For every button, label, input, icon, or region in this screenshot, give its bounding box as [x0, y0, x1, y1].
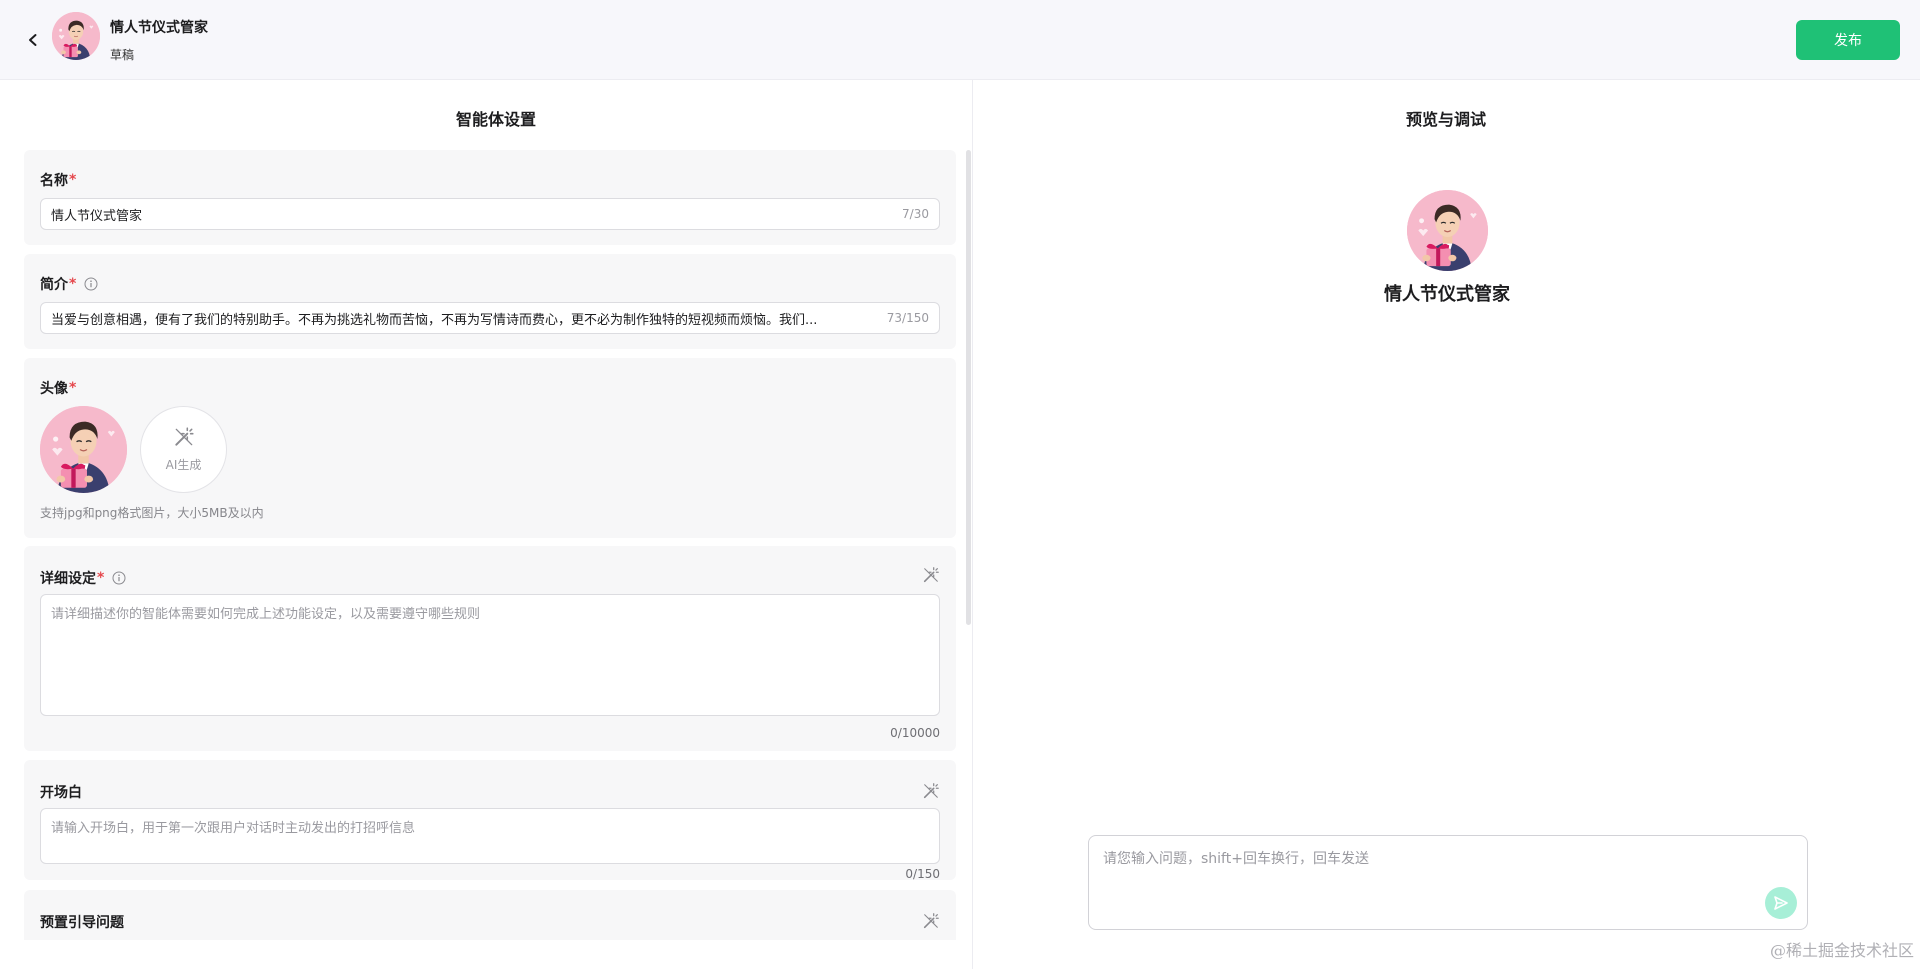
draft-status: 草稿 — [110, 48, 135, 62]
agent-settings-panel: 智能体设置 名称 * 情人节仪式管家 7/30 简介 * 当爱与创意相遇，便有了我们… — [0, 80, 973, 969]
magic-wand-icon[interactable] — [922, 912, 940, 930]
preview-agent-name: 情人节仪式管家 — [1384, 284, 1510, 305]
bottom-fade — [0, 940, 966, 969]
magic-wand-icon — [173, 426, 195, 448]
opening-label: 开场白 — [40, 785, 82, 801]
chat-input[interactable]: 请您输入问题，shift+回车换行，回车发送 — [1088, 835, 1808, 930]
required-mark: * — [97, 570, 105, 586]
settings-title: 智能体设置 — [456, 110, 537, 129]
info-icon[interactable] — [84, 277, 98, 291]
send-icon — [1774, 896, 1788, 910]
required-mark: * — [69, 380, 77, 396]
magic-wand-icon[interactable] — [922, 782, 940, 800]
preview-panel: 预览与调试 情人节仪式管家 请您输入问题，shift+回车换行，回车发送 @稀土… — [974, 80, 1920, 969]
watermark: @稀土掘金技术社区 — [1769, 941, 1914, 960]
detail-label: 详细设定 * — [40, 568, 126, 588]
agent-title: 情人节仪式管家 — [110, 20, 208, 36]
required-mark: * — [69, 276, 77, 292]
intro-input[interactable]: 当爱与创意相遇，便有了我们的特别助手。不再为挑选礼物而苦恼，不再为写情诗而费心，… — [40, 302, 940, 334]
magic-wand-icon[interactable] — [922, 566, 940, 584]
name-input[interactable]: 情人节仪式管家 7/30 — [40, 198, 940, 230]
chevron-left-icon — [29, 34, 37, 46]
chat-placeholder: 请您输入问题，shift+回车换行，回车发送 — [1103, 851, 1369, 867]
name-section: 名称 * 情人节仪式管家 7/30 — [24, 150, 956, 245]
ai-generate-avatar-button[interactable]: AI生成 — [140, 406, 227, 493]
detail-counter: 0/10000 — [890, 726, 940, 740]
back-button[interactable] — [20, 27, 46, 53]
send-button[interactable] — [1765, 887, 1797, 919]
preview-avatar — [1407, 190, 1488, 271]
detail-section: 详细设定 * 请详细描述你的智能体需要如何完成上述功能设定，以及需要遵守哪些规则 … — [24, 546, 956, 751]
opening-counter: 0/150 — [905, 867, 940, 881]
name-counter: 7/30 — [902, 207, 929, 221]
avatar-label: 头像 * — [40, 380, 77, 397]
preset-questions-label: 预置引导问题 — [40, 915, 124, 931]
opening-section: 开场白 请输入开场白，用于第一次跟用户对话时主动发出的打招呼信息 0/150 — [24, 760, 956, 881]
name-label: 名称 * — [40, 172, 77, 189]
info-icon[interactable] — [112, 571, 126, 585]
settings-scrollbar[interactable] — [966, 150, 971, 625]
intro-label: 简介 * — [40, 274, 98, 294]
avatar-hint: 支持jpg和png格式图片，大小5MB及以内 — [40, 506, 264, 520]
agent-avatar — [52, 12, 100, 60]
intro-counter: 73/150 — [886, 311, 929, 325]
avatar-image[interactable] — [40, 406, 127, 493]
intro-section: 简介 * 当爱与创意相遇，便有了我们的特别助手。不再为挑选礼物而苦恼，不再为写情诗… — [24, 254, 956, 349]
publish-button[interactable]: 发布 — [1796, 20, 1900, 60]
opening-textarea[interactable]: 请输入开场白，用于第一次跟用户对话时主动发出的打招呼信息 — [40, 808, 940, 864]
preview-title: 预览与调试 — [1406, 110, 1487, 129]
detail-textarea[interactable]: 请详细描述你的智能体需要如何完成上述功能设定，以及需要遵守哪些规则 — [40, 594, 940, 716]
required-mark: * — [69, 172, 77, 188]
avatar-section: 头像 * AI生成 支持jpg和png格式图片，大小5MB及以内 — [24, 358, 956, 538]
top-header: 情人节仪式管家 草稿 发布 — [0, 0, 1920, 80]
